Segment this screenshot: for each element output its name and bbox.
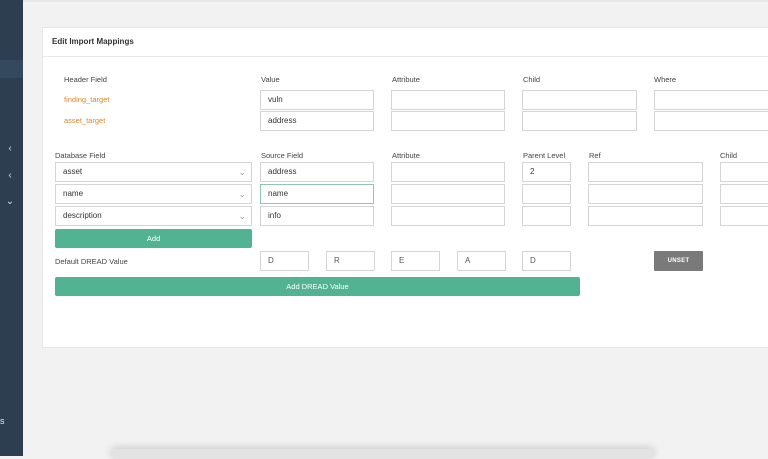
child-input[interactable] [522, 111, 637, 131]
sidebar: ‹ ‹ ⌄ s [0, 0, 23, 456]
card-title: Edit Import Mappings [52, 37, 134, 46]
child-input[interactable] [720, 206, 768, 226]
where-input[interactable] [654, 111, 768, 131]
source-field-column-label: Source Field [261, 151, 304, 160]
attribute-input[interactable] [391, 111, 505, 131]
chevron-left-icon[interactable]: ‹ [5, 171, 15, 181]
ref-input[interactable] [588, 162, 703, 182]
value-input[interactable]: address [260, 111, 374, 131]
parent-level-column-label: Parent Level [523, 151, 566, 160]
where-column-label: Where [654, 75, 677, 84]
attribute-input[interactable] [391, 184, 505, 204]
chevron-down-icon: ⌄ [238, 189, 246, 199]
edit-import-mappings-card: Edit Import Mappings Header Field Value … [42, 27, 768, 348]
child-input[interactable] [720, 162, 768, 182]
source-field-input[interactable]: info [260, 206, 374, 226]
unset-button[interactable]: UNSET [654, 251, 703, 271]
top-border [23, 0, 768, 2]
dread-exploitability-placeholder: E [399, 256, 405, 265]
parent-level-input[interactable]: 2 [522, 162, 571, 182]
header-field-link[interactable]: finding_target [64, 95, 109, 105]
dread-affected-users-placeholder: A [465, 256, 471, 265]
select-value: description [63, 211, 102, 220]
database-field-select[interactable]: name ⌄ [55, 184, 252, 204]
source-field-input[interactable]: address [260, 162, 374, 182]
parent-level-input[interactable] [522, 184, 571, 204]
child-column-label: Child [720, 151, 738, 160]
source-field-input[interactable]: name [260, 184, 374, 204]
dread-affected-users-input[interactable]: A [457, 251, 506, 271]
attribute-column-label: Attribute [392, 151, 420, 160]
child-input[interactable] [720, 184, 768, 204]
database-field-select[interactable]: description ⌄ [55, 206, 252, 226]
parent-level-input[interactable] [522, 206, 571, 226]
ref-column-label: Ref [589, 151, 601, 160]
dread-reproducibility-input[interactable]: R [326, 251, 375, 271]
dread-reproducibility-placeholder: R [334, 256, 340, 265]
chevron-down-icon: ⌄ [238, 211, 246, 221]
attribute-input[interactable] [391, 162, 505, 182]
ref-input[interactable] [588, 184, 703, 204]
dread-discoverability-placeholder: D [530, 256, 536, 265]
database-field-select[interactable]: asset ⌄ [55, 162, 252, 182]
sidebar-item-label[interactable]: s [0, 416, 5, 426]
divider [43, 56, 768, 57]
value-input[interactable]: vuln [260, 90, 374, 110]
default-dread-label: Default DREAD Value [55, 257, 128, 266]
child-input[interactable] [522, 90, 637, 110]
select-value: asset [63, 167, 83, 176]
select-value: name [63, 189, 84, 198]
dread-damage-placeholder: D [268, 256, 274, 265]
dread-damage-input[interactable]: D [260, 251, 309, 271]
header-field-link[interactable]: asset_target [64, 116, 105, 126]
value-column-label: Value [261, 75, 280, 84]
dread-discoverability-input[interactable]: D [522, 251, 571, 271]
ref-input[interactable] [588, 206, 703, 226]
chevron-down-icon[interactable]: ⌄ [5, 197, 15, 207]
chevron-down-icon: ⌄ [238, 167, 246, 177]
database-field-column-label: Database Field [55, 151, 106, 160]
attribute-input[interactable] [391, 90, 505, 110]
bottom-panel-edge [110, 449, 655, 459]
child-column-label: Child [523, 75, 541, 84]
sidebar-highlight [0, 60, 23, 78]
where-input[interactable] [654, 90, 768, 110]
header-field-column-label: Header Field [64, 75, 107, 84]
attribute-column-label: Attribute [392, 75, 420, 84]
add-mapping-button[interactable]: Add [55, 229, 252, 248]
attribute-input[interactable] [391, 206, 505, 226]
chevron-left-icon[interactable]: ‹ [5, 144, 15, 154]
add-dread-value-button[interactable]: Add DREAD Value [55, 277, 580, 296]
dread-exploitability-input[interactable]: E [391, 251, 440, 271]
